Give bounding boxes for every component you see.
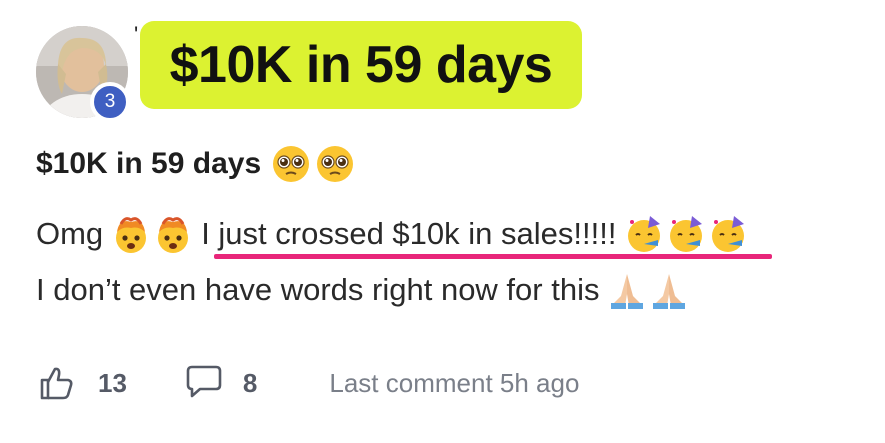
author-avatar-group[interactable]: 3 — [36, 26, 130, 122]
comment-bubble-icon[interactable] — [183, 363, 225, 403]
title-emojis — [271, 144, 355, 184]
folded-hands-emoji-icon — [611, 274, 644, 309]
partying-face-emojis — [624, 214, 748, 254]
folded-hands-emoji-icon — [653, 274, 686, 309]
exploding-head-emojis — [111, 214, 193, 254]
folded-hands-emojis — [607, 270, 689, 310]
body-highlight-text: I just crossed $10k in sales!!!!! — [201, 216, 617, 251]
exploding-head-emoji-icon — [158, 217, 189, 253]
comment-button[interactable]: 8 — [183, 363, 257, 403]
post-body-line-2: I don’t even have words right now for th… — [36, 266, 697, 314]
level-badge: 3 — [90, 82, 130, 122]
highlight-underline — [214, 254, 772, 259]
body-prefix: Omg — [36, 216, 104, 251]
highlight-banner: $10K in 59 days — [140, 21, 582, 109]
thumbs-up-icon[interactable] — [36, 363, 76, 403]
post-body-line-1: Omg I just crossed $10k in sales!!!!! — [36, 210, 756, 258]
like-count: 13 — [98, 367, 127, 398]
post-footer: 13 8 Last comment 5h ago — [36, 360, 579, 406]
comment-count: 8 — [242, 367, 258, 398]
author-name-fragment: ' — [134, 22, 139, 47]
partying-face-emoji-icon — [628, 216, 661, 252]
post-title[interactable]: $10K in 59 days — [36, 147, 261, 181]
partying-face-emoji-icon — [670, 216, 703, 252]
like-button[interactable]: 13 — [36, 363, 127, 403]
post-title-row[interactable]: $10K in 59 days — [36, 142, 355, 186]
partying-face-emoji-icon — [712, 216, 745, 252]
pleading-face-emoji-icon — [273, 146, 310, 182]
exploding-head-emoji-icon — [116, 217, 147, 253]
last-comment-time[interactable]: Last comment 5h ago — [329, 368, 579, 399]
body-line-2-text: I don’t even have words right now for th… — [36, 272, 600, 307]
pleading-face-emoji-icon — [317, 146, 354, 182]
